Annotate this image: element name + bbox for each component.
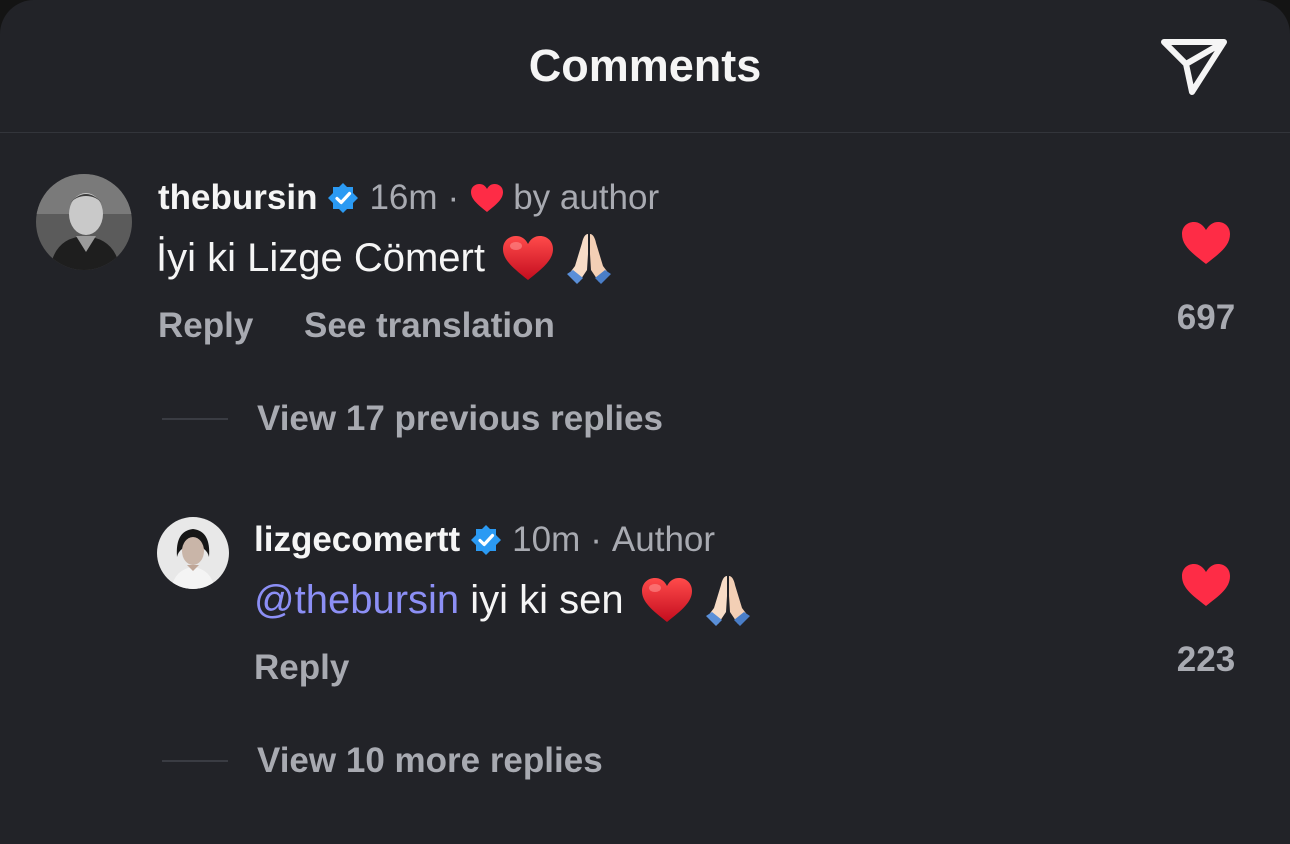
like-count: 223 <box>1176 640 1236 679</box>
comment-text-row: İyi ki Lizge Cömert <box>156 228 617 288</box>
separator-dot: · <box>447 178 460 217</box>
like-heart-icon[interactable] <box>1180 562 1232 608</box>
verified-badge-icon <box>470 524 502 556</box>
comments-sheet: Comments thebursin 16m · by author İyi k… <box>0 0 1290 844</box>
author-liked-heart-icon <box>469 182 505 214</box>
folded-hands-emoji-icon <box>700 572 756 628</box>
comment-meta: thebursin 16m · by author <box>158 178 659 218</box>
view-more-replies-button[interactable]: View 10 more replies <box>257 741 603 781</box>
like-heart-icon[interactable] <box>1180 220 1232 266</box>
red-heart-emoji-icon <box>501 234 555 282</box>
avatar[interactable] <box>157 517 229 589</box>
thread-divider <box>162 760 228 762</box>
reply-button[interactable]: Reply <box>254 648 349 688</box>
reply-username[interactable]: lizgecomertt <box>254 520 460 560</box>
reply-meta: lizgecomertt 10m · Author <box>254 520 715 560</box>
comment-time: 16m <box>369 178 438 217</box>
separator-dot: · <box>590 520 602 559</box>
see-translation-button[interactable]: See translation <box>304 306 555 346</box>
reply-text-row: @thebursin iyi ki sen <box>254 570 756 630</box>
author-label: Author <box>611 520 716 559</box>
comments-header: Comments <box>0 0 1290 133</box>
comment-username[interactable]: thebursin <box>158 178 317 218</box>
folded-hands-emoji-icon <box>561 230 617 286</box>
reply-button[interactable]: Reply <box>158 306 253 346</box>
verified-badge-icon <box>327 182 359 214</box>
paper-plane-icon[interactable] <box>1156 32 1232 100</box>
comment-text: İyi ki Lizge Cömert <box>156 235 485 280</box>
liked-by-author-label: by author <box>513 178 660 217</box>
reply-text: iyi ki sen <box>459 577 624 622</box>
red-heart-emoji-icon <box>640 576 694 624</box>
mention-link[interactable]: @thebursin <box>254 578 459 623</box>
page-title: Comments <box>528 40 762 91</box>
avatar[interactable] <box>36 174 132 270</box>
like-count: 697 <box>1176 298 1236 337</box>
thread-divider <box>162 418 228 420</box>
reply-time: 10m <box>512 520 581 559</box>
view-previous-replies-button[interactable]: View 17 previous replies <box>257 399 663 439</box>
